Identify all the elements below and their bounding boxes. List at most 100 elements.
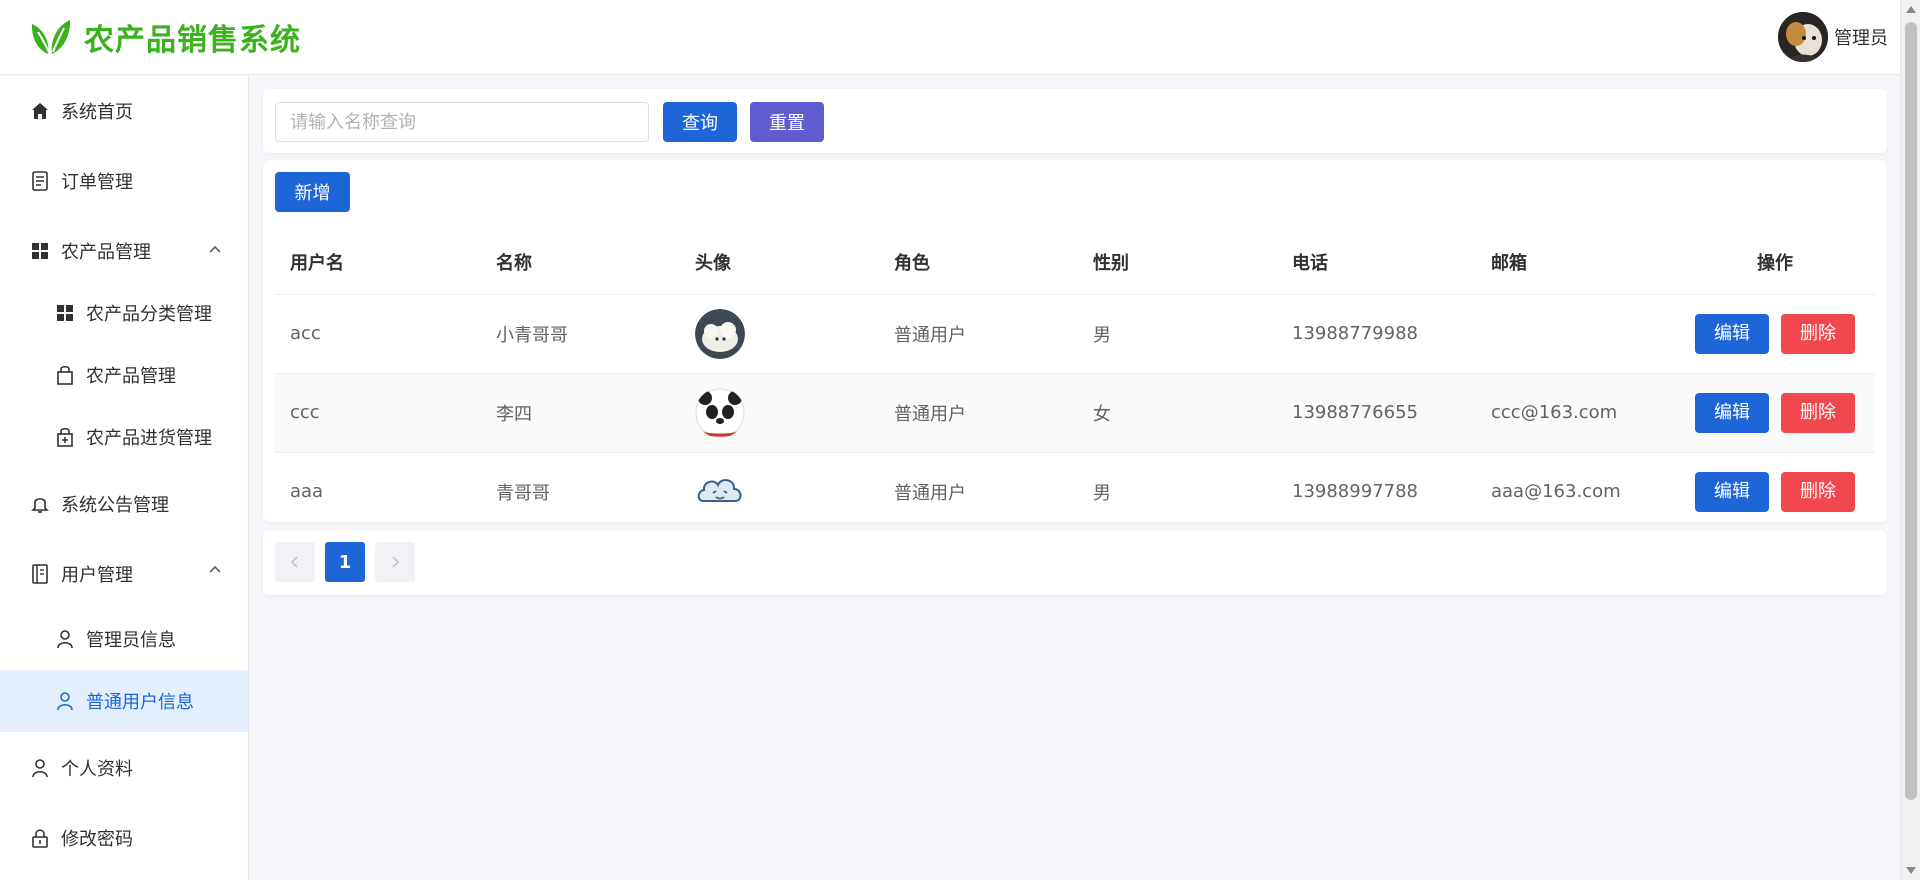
document-icon xyxy=(30,171,50,191)
sidebar-item-normal-user-info[interactable]: 普通用户信息 xyxy=(0,670,248,732)
cell-email: aaa@163.com xyxy=(1476,452,1675,532)
lock-icon xyxy=(30,828,50,848)
cell-username: acc xyxy=(275,294,481,374)
cell-username: aaa xyxy=(275,452,481,532)
column-header-role[interactable]: 角色 xyxy=(879,230,1078,295)
column-header-username[interactable]: 用户名 xyxy=(275,230,481,295)
table-row: ccc 李四 普通用户 女 13988776655 ccc@163.com 编辑… xyxy=(275,373,1875,453)
sidebar-item-label: 个人资料 xyxy=(61,759,133,780)
cell-gender: 男 xyxy=(1078,452,1277,532)
delete-button[interactable]: 删除 xyxy=(1781,471,1855,512)
cell-gender: 男 xyxy=(1078,294,1277,374)
sidebar-item-announcements[interactable]: 系统公告管理 xyxy=(0,468,248,540)
cell-actions: 编辑 删除 xyxy=(1675,452,1875,532)
sidebar-item-orders[interactable]: 订单管理 xyxy=(0,142,248,220)
cell-username: ccc xyxy=(275,373,481,453)
chevron-up-icon[interactable] xyxy=(208,564,222,574)
chevron-left-icon xyxy=(290,556,298,568)
edit-button[interactable]: 编辑 xyxy=(1695,392,1769,433)
sidebar-item-label: 系统首页 xyxy=(61,102,133,123)
cell-role: 普通用户 xyxy=(879,452,1078,532)
query-button[interactable]: 查询 xyxy=(663,102,737,142)
user-icon xyxy=(55,691,75,711)
column-header-name[interactable]: 名称 xyxy=(481,230,680,295)
sidebar-item-label: 修改密码 xyxy=(61,829,133,850)
sidebar: 系统首页 订单管理 农产品管理 农产品分类管理 农产品管理 农产品进货管理 系统… xyxy=(0,76,249,880)
user-icon xyxy=(30,758,50,778)
sidebar-item-products[interactable]: 农产品管理 xyxy=(0,344,248,406)
cell-phone: 13988779988 xyxy=(1277,294,1476,374)
avatar[interactable] xyxy=(695,388,745,438)
chevron-up-icon[interactable] xyxy=(208,244,222,254)
next-page-button[interactable] xyxy=(375,542,415,582)
user-table: 用户名 名称 头像 角色 性别 电话 邮箱 操作 acc 小青哥哥 普通用户 男… xyxy=(275,230,1875,532)
sidebar-item-product-purchase[interactable]: 农产品进货管理 xyxy=(0,406,248,468)
reset-button[interactable]: 重置 xyxy=(750,102,824,142)
grid-icon xyxy=(55,303,75,323)
sidebar-item-label: 农产品管理 xyxy=(61,242,151,263)
sidebar-item-admin-info[interactable]: 管理员信息 xyxy=(0,608,248,670)
edit-button[interactable]: 编辑 xyxy=(1695,471,1769,512)
cell-phone: 13988997788 xyxy=(1277,452,1476,532)
cell-email xyxy=(1476,294,1675,374)
table-card: 新增 用户名 名称 头像 角色 性别 电话 邮箱 操作 acc 小青哥哥 普通用… xyxy=(263,160,1887,532)
leaf-logo-icon xyxy=(31,20,71,54)
top-header: 农产品销售系统 管理员 xyxy=(0,0,1900,75)
sidebar-item-label: 农产品管理 xyxy=(86,366,176,387)
cell-avatar xyxy=(680,373,879,453)
sidebar-item-label: 普通用户信息 xyxy=(86,692,194,713)
grid-icon xyxy=(30,241,50,261)
sidebar-item-product-categories[interactable]: 农产品分类管理 xyxy=(0,282,248,344)
app-title: 农产品销售系统 xyxy=(84,23,301,58)
avatar[interactable] xyxy=(1778,12,1828,62)
page-number-button[interactable]: 1 xyxy=(325,542,365,582)
cell-email: ccc@163.com xyxy=(1476,373,1675,453)
bell-icon xyxy=(30,494,50,514)
sidebar-item-label: 农产品进货管理 xyxy=(86,428,212,449)
sidebar-item-label: 用户管理 xyxy=(61,565,133,586)
avatar[interactable] xyxy=(695,466,745,517)
scroll-down-arrow-icon[interactable] xyxy=(1906,867,1916,874)
column-header-email[interactable]: 邮箱 xyxy=(1476,230,1675,295)
scroll-thumb[interactable] xyxy=(1905,22,1917,800)
sidebar-item-label: 农产品分类管理 xyxy=(86,304,212,325)
search-input[interactable] xyxy=(275,102,649,142)
column-header-phone[interactable]: 电话 xyxy=(1277,230,1476,295)
cell-name: 小青哥哥 xyxy=(481,294,680,374)
shopping-bag-plus-icon xyxy=(55,427,75,447)
cell-gender: 女 xyxy=(1078,373,1277,453)
sidebar-item-profile[interactable]: 个人资料 xyxy=(0,732,248,804)
column-header-actions: 操作 xyxy=(1675,230,1875,295)
sidebar-item-products-group[interactable]: 农产品管理 xyxy=(0,220,248,282)
sidebar-item-label: 系统公告管理 xyxy=(61,495,169,516)
scroll-up-arrow-icon[interactable] xyxy=(1906,6,1916,13)
cell-actions: 编辑 删除 xyxy=(1675,373,1875,453)
sidebar-item-home[interactable]: 系统首页 xyxy=(0,80,248,142)
user-menu[interactable]: 管理员 xyxy=(1778,12,1888,62)
table-row: acc 小青哥哥 普通用户 男 13988779988 编辑 删除 xyxy=(275,294,1875,374)
edit-button[interactable]: 编辑 xyxy=(1695,313,1769,354)
cell-name: 李四 xyxy=(481,373,680,453)
add-button[interactable]: 新增 xyxy=(275,172,350,212)
user-name[interactable]: 管理员 xyxy=(1834,24,1888,50)
sidebar-item-change-password[interactable]: 修改密码 xyxy=(0,804,248,872)
cell-avatar xyxy=(680,452,879,532)
search-card: 查询 重置 xyxy=(263,89,1887,153)
page-scrollbar[interactable] xyxy=(1900,0,1920,880)
prev-page-button[interactable] xyxy=(275,542,315,582)
sidebar-item-label: 管理员信息 xyxy=(86,630,176,651)
home-icon xyxy=(30,101,50,121)
cell-avatar xyxy=(680,294,879,374)
shopping-bag-icon xyxy=(55,365,75,385)
cell-role: 普通用户 xyxy=(879,373,1078,453)
sidebar-item-users-group[interactable]: 用户管理 xyxy=(0,540,248,608)
sidebar-item-label: 订单管理 xyxy=(61,172,133,193)
cell-actions: 编辑 删除 xyxy=(1675,294,1875,374)
delete-button[interactable]: 删除 xyxy=(1781,313,1855,354)
table-row: aaa 青哥哥 普通用户 男 13988997788 aaa@163.com 编… xyxy=(275,452,1875,532)
delete-button[interactable]: 删除 xyxy=(1781,392,1855,433)
column-header-gender[interactable]: 性别 xyxy=(1078,230,1277,295)
avatar[interactable] xyxy=(695,308,745,359)
table-header-row: 用户名 名称 头像 角色 性别 电话 邮箱 操作 xyxy=(275,230,1875,295)
column-header-avatar[interactable]: 头像 xyxy=(680,230,879,295)
